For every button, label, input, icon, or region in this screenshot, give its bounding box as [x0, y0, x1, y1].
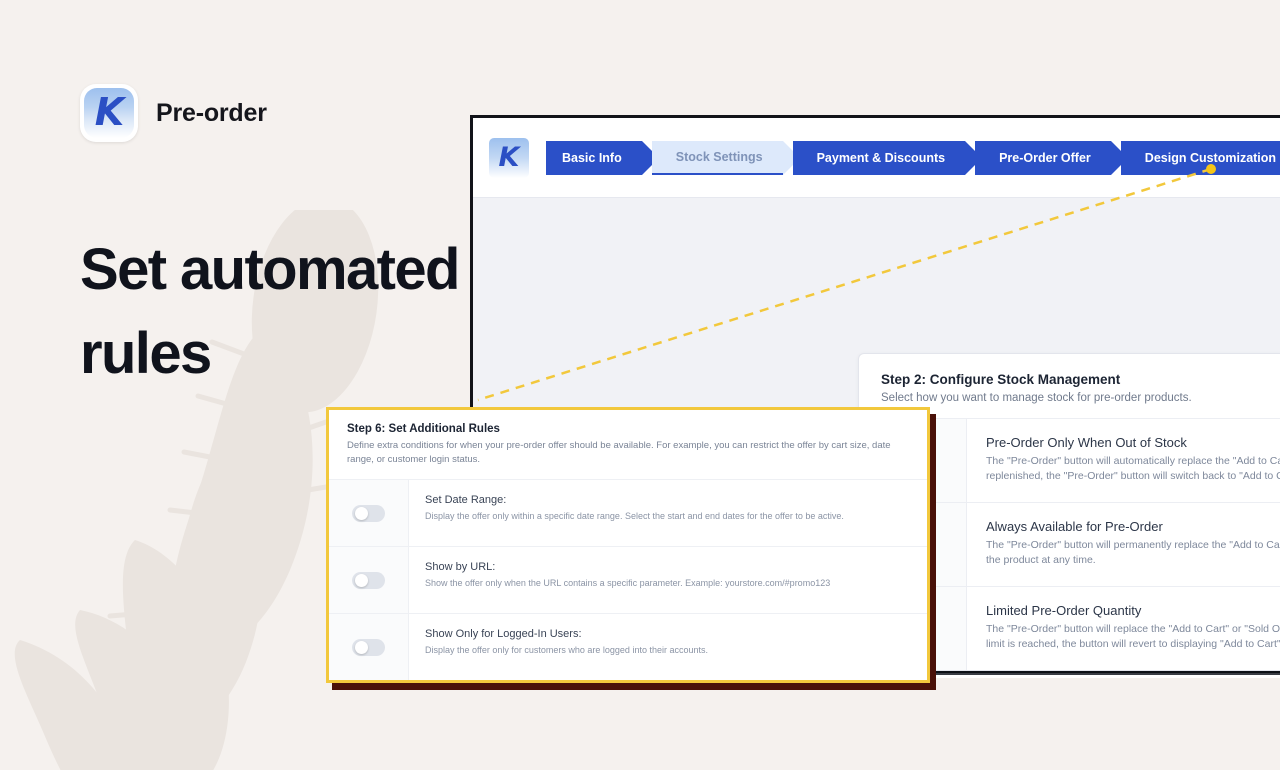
step-tab-payment-discounts[interactable]: Payment & Discounts — [792, 140, 983, 175]
stock-option-title: Pre-Order Only When Out of Stock — [986, 435, 1187, 450]
toggle-knob — [355, 573, 368, 587]
stock-option-desc-line1: The "Pre-Order" button will permanently … — [986, 539, 1280, 551]
toggle-cell — [329, 547, 409, 613]
text-cell: Show Only for Logged-In Users: Display t… — [409, 614, 722, 680]
step2-subtitle: Select how you want to manage stock for … — [881, 392, 1192, 404]
stock-option-desc-line2: the product at any time. — [986, 554, 1096, 566]
step-label: Design Customization — [1144, 150, 1277, 165]
toggle-knob — [355, 506, 368, 520]
browser-chrome: K Basic Info Stock Settings Payment & Di… — [473, 118, 1280, 198]
step-label: Basic Info — [562, 150, 622, 165]
stock-option-desc-line1: The "Pre-Order" button will replace the … — [986, 623, 1280, 635]
rule-row: Set Date Range: Display the offer only w… — [329, 479, 927, 546]
rule-desc: Show the offer only when the URL contain… — [425, 578, 831, 588]
rule-row: Show Only for Logged-In Users: Display t… — [329, 613, 927, 680]
logo-k-glyph: K — [94, 90, 124, 134]
text-cell: Pre-Order Only When Out of Stock The "Pr… — [967, 419, 1280, 502]
step-tab-pre-order-offer[interactable]: Pre-Order Offer — [975, 140, 1128, 175]
stock-option-title: Always Available for Pre-Order — [986, 519, 1163, 534]
rule-title: Show Only for Logged-In Users: — [425, 628, 582, 640]
stock-option-desc-line1: The "Pre-Order" button will automaticall… — [986, 455, 1280, 467]
step-label: Stock Settings — [675, 149, 763, 164]
text-cell: Set Date Range: Display the offer only w… — [409, 480, 858, 546]
step6-subtitle: Define extra conditions for when your pr… — [347, 440, 891, 465]
toggle-cell — [329, 480, 409, 546]
step-label: Payment & Discounts — [816, 150, 946, 165]
step-breadcrumb-nav: Basic Info Stock Settings Payment & Disc… — [546, 140, 1280, 175]
text-cell: Show by URL: Show the offer only when th… — [409, 547, 844, 613]
stock-option-desc-line2: replenished, the "Pre-Order" button will… — [986, 470, 1280, 482]
app-logo-icon: K — [489, 137, 529, 178]
rule-row: Show by URL: Show the offer only when th… — [329, 546, 927, 613]
toggle-set-date-range[interactable] — [352, 504, 385, 522]
step-tab-stock-settings[interactable]: Stock Settings — [651, 140, 800, 175]
text-cell: Always Available for Pre-Order The "Pre-… — [967, 503, 1280, 586]
step-label: Pre-Order Offer — [999, 150, 1091, 165]
stock-option-desc-line2: limit is reached, the button will revert… — [986, 638, 1280, 650]
rule-title: Show by URL: — [425, 561, 496, 573]
app-name: Pre-order — [156, 98, 267, 127]
brand-row: K Pre-order — [80, 84, 267, 142]
rule-desc: Display the offer only for customers who… — [425, 645, 708, 655]
step-tab-design-customization[interactable]: Design Customization — [1120, 140, 1280, 175]
rule-desc: Display the offer only within a specific… — [425, 511, 844, 521]
step6-additional-rules-panel: Step 6: Set Additional Rules Define extr… — [326, 407, 930, 683]
headline: Set automated rules — [80, 237, 460, 386]
step-tab-basic-info[interactable]: Basic Info — [546, 140, 659, 175]
toggle-logged-in-users-only[interactable] — [352, 638, 385, 656]
step6-header: Step 6: Set Additional Rules Define extr… — [329, 410, 927, 479]
stock-option-title: Limited Pre-Order Quantity — [986, 603, 1142, 618]
rule-title: Set Date Range: — [425, 494, 507, 506]
text-cell: Limited Pre-Order Quantity The "Pre-Orde… — [967, 587, 1280, 670]
toggle-cell — [329, 614, 409, 680]
logo-k-glyph: K — [498, 142, 520, 173]
step2-title: Step 2: Configure Stock Management — [881, 372, 1121, 387]
step6-title: Step 6: Set Additional Rules — [347, 423, 500, 435]
toggle-show-by-url[interactable] — [352, 571, 385, 589]
kaktus-app-logo: K — [80, 84, 138, 142]
toggle-knob — [355, 640, 368, 654]
